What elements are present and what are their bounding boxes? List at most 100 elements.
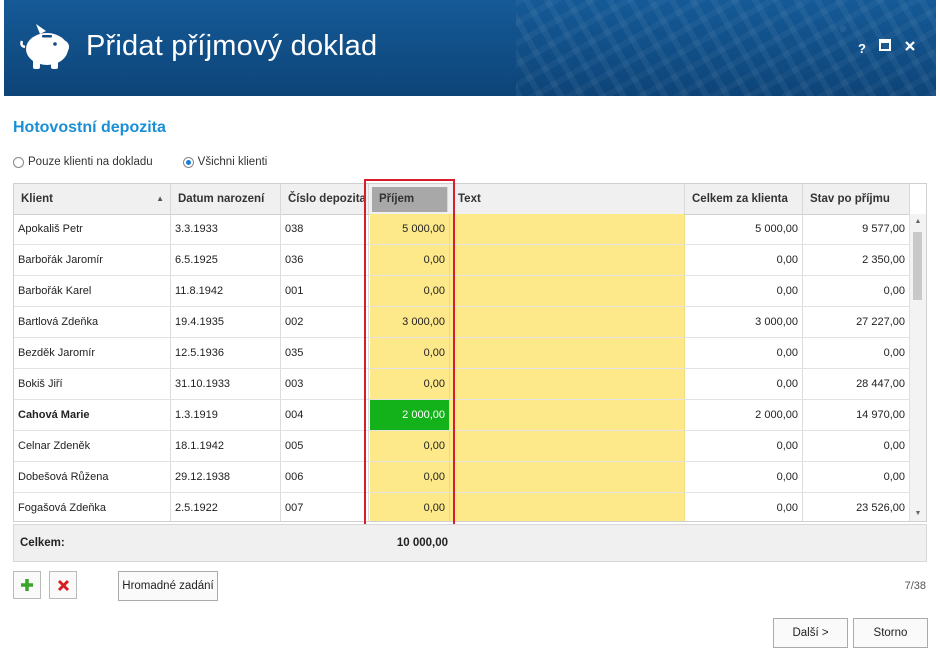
cell-stav: 0,00	[803, 276, 910, 306]
cell-prijem[interactable]: 0,00	[370, 493, 450, 521]
cell-celkem: 5 000,00	[685, 214, 803, 244]
delete-x-icon	[57, 579, 69, 591]
cell-text[interactable]	[450, 369, 685, 399]
cell-klient: Dobešová Růžena	[14, 462, 171, 492]
cell-text[interactable]	[450, 462, 685, 492]
cell-prijem[interactable]: 0,00	[370, 369, 450, 399]
cell-cislo: 035	[281, 338, 369, 368]
cell-klient: Bokiš Jiří	[14, 369, 171, 399]
cell-celkem: 0,00	[685, 245, 803, 275]
cell-datum: 29.12.1938	[171, 462, 281, 492]
cell-cislo: 036	[281, 245, 369, 275]
delete-button[interactable]	[49, 571, 77, 599]
cell-datum: 1.3.1919	[171, 400, 281, 430]
cell-cislo: 004	[281, 400, 369, 430]
cell-datum: 19.4.1935	[171, 307, 281, 337]
column-header-stav[interactable]: Stav po příjmu	[803, 184, 910, 214]
cell-cislo: 002	[281, 307, 369, 337]
cell-text[interactable]	[450, 431, 685, 461]
cancel-button[interactable]: Storno	[853, 618, 928, 648]
section-title: Hotovostní depozita	[13, 119, 166, 136]
cell-datum: 6.5.1925	[171, 245, 281, 275]
scroll-down-icon[interactable]: ▼	[910, 510, 926, 517]
cell-prijem[interactable]: 0,00	[370, 462, 450, 492]
plus-icon	[21, 579, 33, 591]
cell-stav: 23 526,00	[803, 493, 910, 521]
cell-text[interactable]	[450, 307, 685, 337]
column-header-datum[interactable]: Datum narození	[171, 184, 281, 214]
column-header-celkem[interactable]: Celkem za klienta	[685, 184, 803, 214]
next-button[interactable]: Další >	[773, 618, 848, 648]
cell-text[interactable]	[450, 400, 685, 430]
sort-asc-icon: ▲	[156, 194, 164, 203]
cell-klient: Barbořák Karel	[14, 276, 171, 306]
cell-cislo: 003	[281, 369, 369, 399]
cell-celkem: 0,00	[685, 493, 803, 521]
cell-datum: 2.5.1922	[171, 493, 281, 521]
radio-all-clients[interactable]	[182, 156, 194, 168]
footer-label: Celkem:	[20, 537, 65, 549]
table-row[interactable]: Barbořák Karel 11.8.1942 001 0,00 0,00 0,00	[14, 276, 910, 307]
cell-celkem: 0,00	[685, 338, 803, 368]
cell-text[interactable]	[450, 338, 685, 368]
cell-cislo: 007	[281, 493, 369, 521]
cell-datum: 11.8.1942	[171, 276, 281, 306]
cell-klient: Bartlová Zdeňka	[14, 307, 171, 337]
table-footer: Celkem: 10 000,00	[13, 524, 927, 562]
radio-label-only-doc-clients[interactable]: Pouze klienti na dokladu	[28, 156, 153, 168]
cell-prijem[interactable]: 0,00	[370, 245, 450, 275]
maximize-icon[interactable]	[879, 39, 891, 54]
cell-celkem: 2 000,00	[685, 400, 803, 430]
bulk-entry-button[interactable]: Hromadné zadání	[118, 571, 218, 601]
cell-datum: 12.5.1936	[171, 338, 281, 368]
table-row[interactable]: Barbořák Jaromír 6.5.1925 036 0,00 0,00 2 350…	[14, 245, 910, 276]
table-row[interactable]: Apokališ Petr 3.3.1933 038 5 000,00 5 000,00…	[14, 214, 910, 245]
table-header: Klient ▲ Datum narození Číslo depozita Př…	[14, 184, 910, 215]
scrollbar-thumb[interactable]	[913, 232, 922, 300]
column-header-text[interactable]: Text	[451, 184, 685, 214]
cell-celkem: 0,00	[685, 276, 803, 306]
cell-celkem: 0,00	[685, 431, 803, 461]
table-row[interactable]: Cahová Marie 1.3.1919 004 2 000,00 2 000,00 1…	[14, 400, 910, 431]
cell-prijem[interactable]: 0,00	[370, 338, 450, 368]
cell-datum: 18.1.1942	[171, 431, 281, 461]
table-row[interactable]: Bokiš Jiří 31.10.1933 003 0,00 0,00 28 447,00	[14, 369, 910, 400]
cell-klient: Bezděk Jaromír	[14, 338, 171, 368]
cell-text[interactable]	[450, 493, 685, 521]
cell-cislo: 005	[281, 431, 369, 461]
help-icon[interactable]: ?	[858, 41, 866, 56]
column-header-prijem[interactable]: Příjem	[372, 187, 448, 212]
vertical-scrollbar[interactable]: ▲ ▼	[909, 214, 926, 521]
cell-cislo: 001	[281, 276, 369, 306]
add-button[interactable]	[13, 571, 41, 599]
table-row[interactable]: Celnar Zdeněk 18.1.1942 005 0,00 0,00 0,00	[14, 431, 910, 462]
scroll-up-icon[interactable]: ▲	[910, 218, 926, 225]
table-row[interactable]: Fogašová Zdeňka 2.5.1922 007 0,00 0,00 23 526…	[14, 493, 910, 521]
table-row[interactable]: Bartlová Zdeňka 19.4.1935 002 3 000,00 3 000…	[14, 307, 910, 338]
footer-total: 10 000,00	[396, 537, 448, 549]
close-icon[interactable]	[904, 40, 916, 55]
cell-stav: 0,00	[803, 338, 910, 368]
cell-prijem[interactable]: 0,00	[370, 276, 450, 306]
column-header-klient[interactable]: Klient ▲	[14, 184, 171, 214]
cell-stav: 14 970,00	[803, 400, 910, 430]
cell-klient: Barbořák Jaromír	[14, 245, 171, 275]
cell-stav: 27 227,00	[803, 307, 910, 337]
table-row[interactable]: Dobešová Růžena 29.12.1938 006 0,00 0,00 0,00	[14, 462, 910, 493]
radio-label-all-clients[interactable]: Všichni klienti	[198, 156, 268, 168]
cell-text[interactable]	[450, 276, 685, 306]
cell-text[interactable]	[450, 245, 685, 275]
title-bar: Přidat příjmový doklad ?	[4, 0, 936, 96]
cell-prijem[interactable]: 0,00	[370, 431, 450, 461]
table-row[interactable]: Bezděk Jaromír 12.5.1936 035 0,00 0,00 0,00	[14, 338, 910, 369]
cell-prijem[interactable]: 3 000,00	[370, 307, 450, 337]
cell-stav: 0,00	[803, 462, 910, 492]
cell-celkem: 0,00	[685, 369, 803, 399]
cell-prijem[interactable]: 2 000,00	[370, 400, 450, 430]
cell-cislo: 038	[281, 214, 369, 244]
cell-prijem[interactable]: 5 000,00	[370, 214, 450, 244]
cell-text[interactable]	[450, 214, 685, 244]
column-header-cislo[interactable]: Číslo depozita	[281, 184, 369, 214]
radio-only-doc-clients[interactable]	[13, 156, 24, 168]
cell-celkem: 3 000,00	[685, 307, 803, 337]
